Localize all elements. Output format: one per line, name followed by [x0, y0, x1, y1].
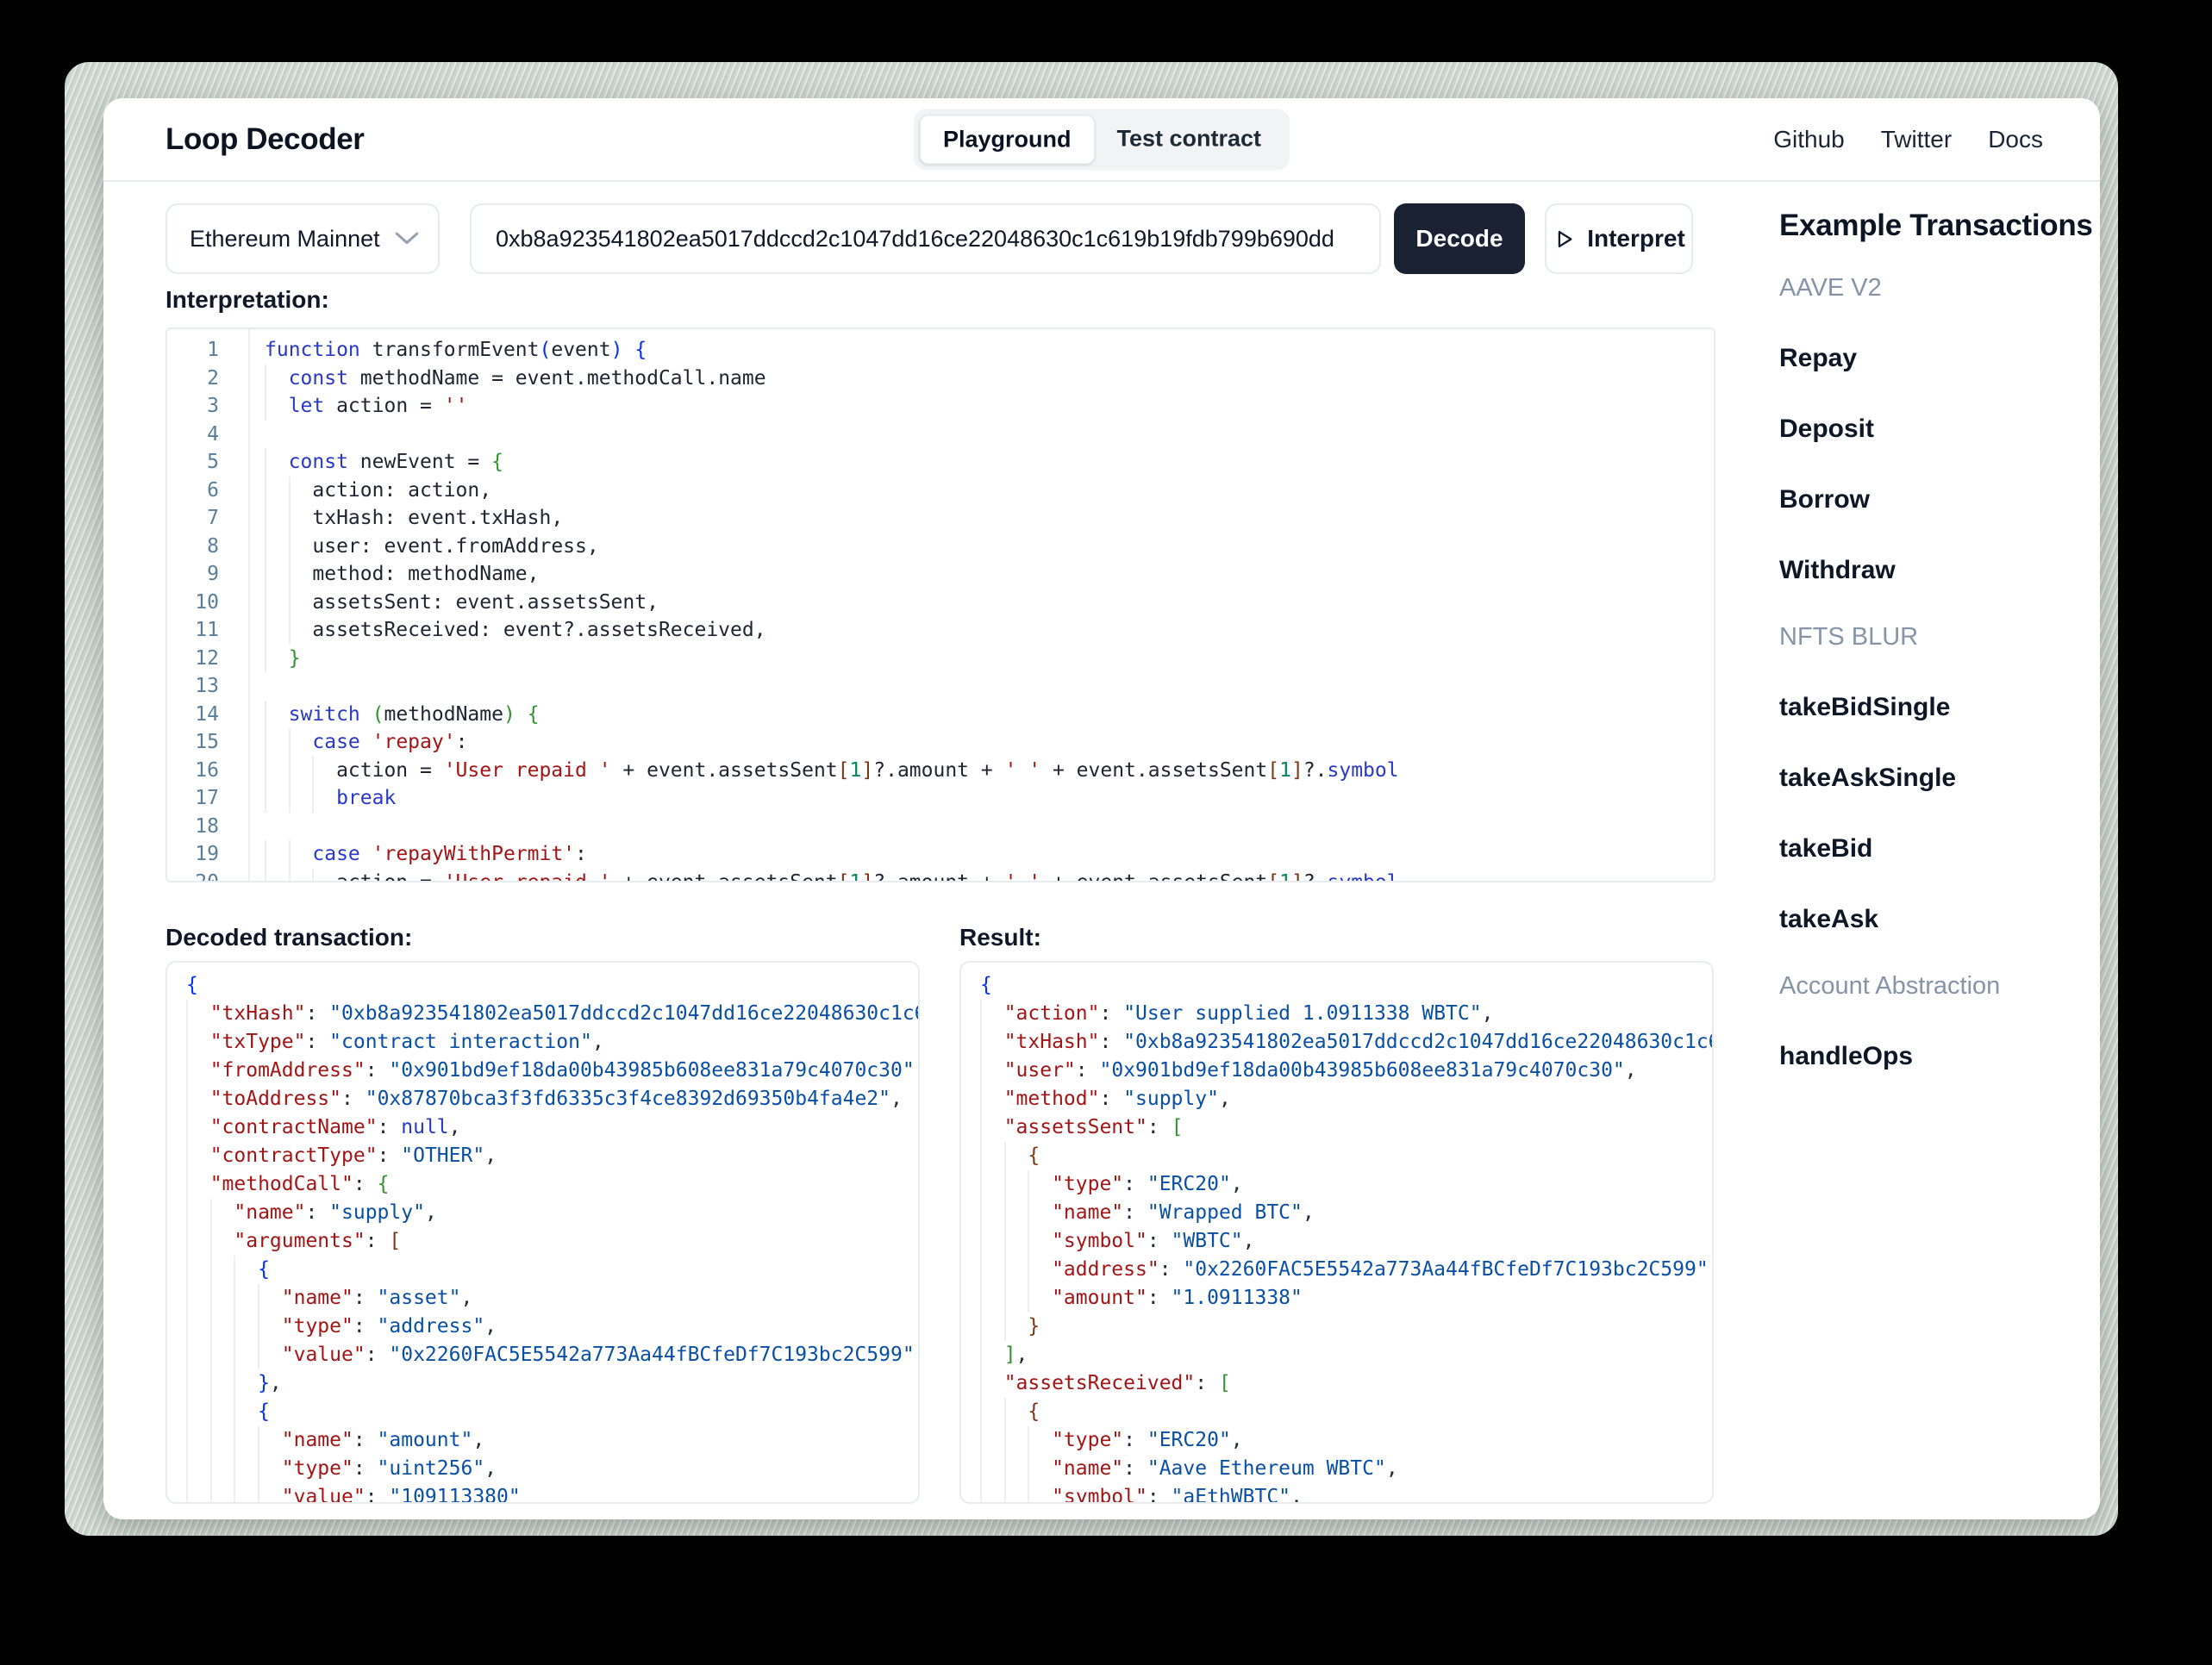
result-label: Result: [959, 924, 1041, 951]
network-select-value: Ethereum Mainnet [190, 225, 380, 252]
sidebar-item-takebid[interactable]: takeBid [1779, 834, 2100, 864]
decode-button[interactable]: Decode [1394, 203, 1525, 274]
network-select[interactable]: Ethereum Mainnet [166, 203, 440, 274]
sidebar-item-deposit[interactable]: Deposit [1779, 415, 2100, 444]
gutter-divider [248, 329, 250, 881]
sidebar-item-takeasksingle[interactable]: takeAskSingle [1779, 764, 2100, 793]
sidebar-section-label: NFTS BLUR [1779, 623, 1919, 651]
sidebar-item-withdraw[interactable]: Withdraw [1779, 556, 2100, 585]
sidebar-section-label: AAVE V2 [1779, 274, 1882, 302]
tx-hash-input[interactable] [470, 203, 1381, 274]
nav-links: Github Twitter Docs [1773, 126, 2043, 153]
interpretation-label: Interpretation: [166, 286, 329, 313]
tab-playground[interactable]: Playground [919, 115, 1095, 164]
sidebar-item-borrow[interactable]: Borrow [1779, 485, 2100, 514]
result-panel[interactable]: { "action": "User supplied 1.0911338 WBT… [959, 961, 1714, 1504]
example-transactions-sidebar: Example Transactions AAVE V2 Repay Deposit… [1779, 209, 2100, 1071]
sidebar-section-label: Account Abstraction [1779, 972, 2001, 1000]
chevron-down-icon [395, 226, 419, 253]
sidebar-list: AAVE V2 Repay Deposit Borrow Withdraw NFTS BL… [1779, 274, 2100, 1071]
code-editor[interactable]: 1 2 3 4 5 6 7 8 9 10 11 12 13 14 15 16 17 18 19 20 function… [166, 327, 1715, 882]
mode-toggle: Playground Test contract [913, 109, 1290, 170]
decoded-transaction-json: { "txHash": "0xb8a923541802ea5017ddccd2c… [167, 963, 918, 1502]
sidebar-item-repay[interactable]: Repay [1779, 344, 2100, 373]
window-frame: Loop Decoder Playground Test contract Gi… [65, 62, 2118, 1536]
sidebar-item-handleops[interactable]: handleOps [1779, 1042, 2100, 1071]
header: Loop Decoder Playground Test contract Gi… [103, 98, 2100, 182]
sidebar-item-takeask[interactable]: takeAsk [1779, 905, 2100, 934]
link-docs[interactable]: Docs [1988, 126, 2043, 153]
line-numbers: 1 2 3 4 5 6 7 8 9 10 11 12 13 14 15 16 17 18 19 20 [195, 339, 219, 882]
code-content: function transformEvent(event) { const m… [234, 336, 1399, 881]
play-icon [1553, 228, 1576, 251]
app-card: Loop Decoder Playground Test contract Gi… [103, 98, 2100, 1519]
decoded-transaction-panel[interactable]: { "txHash": "0xb8a923541802ea5017ddccd2c… [166, 961, 920, 1504]
interpret-button-label: Interpret [1587, 225, 1685, 252]
app-title: Loop Decoder [166, 122, 365, 156]
decoded-transaction-label: Decoded transaction: [166, 924, 413, 951]
sidebar-item-takebidsingle[interactable]: takeBidSingle [1779, 693, 2100, 722]
result-json: { "action": "User supplied 1.0911338 WBT… [961, 963, 1712, 1502]
sidebar-title: Example Transactions [1779, 209, 2093, 242]
interpret-button[interactable]: Interpret [1545, 203, 1693, 274]
link-github[interactable]: Github [1773, 126, 1845, 153]
tab-test-contract[interactable]: Test contract [1094, 115, 1284, 164]
link-twitter[interactable]: Twitter [1881, 126, 1952, 153]
